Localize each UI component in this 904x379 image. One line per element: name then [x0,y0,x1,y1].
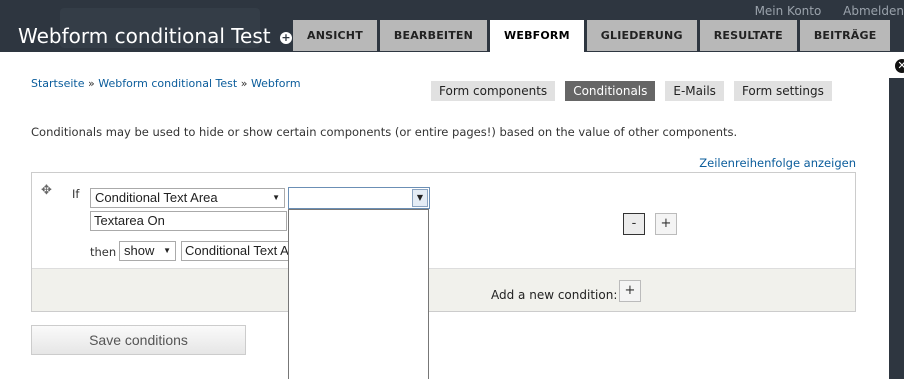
tab-resultate[interactable]: RESULTATE [699,20,797,51]
chevron-down-icon: ▼ [163,246,171,255]
subtab-form-components[interactable]: Form components [431,81,556,101]
subtab-emails[interactable]: E-Mails [665,81,724,101]
add-condition-row: Add a new condition: + [32,269,855,311]
tab-ansicht[interactable]: ANSICHT [293,20,377,51]
save-conditions-button[interactable]: Save conditions [31,325,246,355]
drag-handle-icon[interactable]: ✥ [41,184,55,198]
target-component-select[interactable]: Conditional Text Area [181,241,289,261]
subtab-conditionals[interactable]: Conditionals [565,81,656,101]
operator-dropdown-list[interactable] [288,209,429,379]
tab-gliederung[interactable]: GLIEDERUNG [586,20,697,51]
overlay-edge [889,78,904,379]
title-toggle-icon[interactable]: + [280,32,292,44]
tab-webform[interactable]: WEBFORM [490,20,584,52]
tab-bearbeiten[interactable]: BEARBEITEN [379,20,488,51]
close-icon[interactable]: ✕ [893,57,904,75]
chevron-down-icon: ▼ [272,193,280,202]
breadcrumb-home[interactable]: Startseite [31,77,85,90]
add-subcondition-button[interactable]: + [655,213,677,235]
breadcrumb-separator: » [88,77,95,90]
source-component-select[interactable]: Conditional Text Area ▼ [90,188,285,208]
then-label: then [90,245,117,259]
breadcrumb-separator: » [240,77,248,90]
show-row-weights-link[interactable]: Zeilenreihenfolge anzeigen [699,156,856,170]
tab-beitraege[interactable]: BEITRÄGE [799,20,891,51]
condition-value-field[interactable]: Textarea On [90,211,287,231]
add-condition-label: Add a new condition: [491,288,618,302]
site-title[interactable]: Webform conditional Test [18,24,271,48]
subtab-form-settings[interactable]: Form settings [733,81,832,101]
chevron-down-icon[interactable]: ▼ [412,189,428,207]
remove-condition-button[interactable]: - [623,213,645,235]
action-value: show [124,243,155,258]
source-component-value: Conditional Text Area [95,190,218,205]
add-condition-button[interactable]: + [619,280,641,302]
if-label: If [72,187,80,201]
top-links: Mein Konto Abmelden [737,4,904,18]
conditionals-description: Conditionals may be used to hide or show… [31,125,738,139]
condition-row: ✥ If Conditional Text Area ▼ ▼ Textarea … [32,173,855,269]
action-select[interactable]: show ▼ [119,241,176,261]
operator-select[interactable]: ▼ [288,187,430,209]
conditionals-table: ✥ If Conditional Text Area ▼ ▼ Textarea … [31,172,856,312]
breadcrumb: Startseite » Webform conditional Test » … [31,77,301,90]
primary-tabs: ANSICHT BEARBEITEN WEBFORM GLIEDERUNG RE… [293,20,891,52]
logout-link[interactable]: Abmelden [843,4,904,18]
secondary-tabs: Form components Conditionals E-Mails For… [431,81,842,101]
my-account-link[interactable]: Mein Konto [755,4,822,18]
breadcrumb-node[interactable]: Webform conditional Test [98,77,237,90]
breadcrumb-webform[interactable]: Webform [251,77,301,90]
